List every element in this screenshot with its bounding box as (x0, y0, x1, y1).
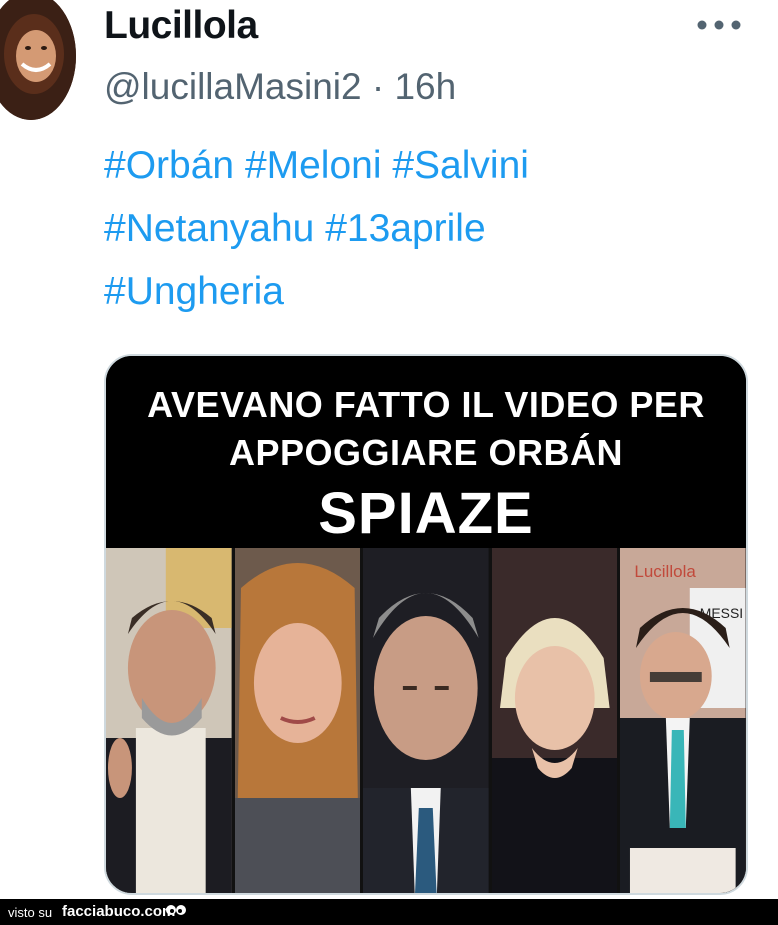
hashtag-line-3: #Ungheria (104, 260, 744, 323)
site-footer: visto su facciabuco.com (0, 899, 778, 925)
media-caption: AVEVANO FATTO IL VIDEO PER APPOGGIARE OR… (106, 356, 746, 548)
hashtag-link[interactable]: #13aprile (325, 207, 485, 250)
avatar[interactable] (0, 0, 76, 120)
display-name[interactable]: Lucillola (104, 4, 258, 48)
hashtag-link[interactable]: #Salvini (392, 144, 529, 187)
photo-panel-1 (106, 548, 232, 893)
more-horizontal-icon[interactable] (694, 8, 748, 42)
photo-panel-4 (491, 548, 618, 893)
timestamp[interactable]: 16h (394, 66, 456, 107)
handle-line: @lucillaMasini2 · 16h (104, 66, 456, 108)
tweet-text: #Orbán #Meloni #Salvini #Netanyahu #13ap… (104, 134, 744, 323)
caption-line-1: AVEVANO FATTO IL VIDEO PER (147, 384, 705, 425)
hashtag-link[interactable]: #Ungheria (104, 270, 284, 313)
caption-line-2: APPOGGIARE ORBÁN (228, 432, 624, 473)
media-image[interactable]: AVEVANO FATTO IL VIDEO PER APPOGGIARE OR… (104, 354, 748, 895)
caption-line-3: SPIAZE (318, 481, 534, 546)
separator-dot: · (371, 66, 385, 107)
site-logo-text[interactable]: facciabuco.com (62, 903, 175, 920)
watermark: Lucillola (634, 562, 696, 581)
hashtag-link[interactable]: #Netanyahu (104, 207, 314, 250)
hashtag-link[interactable]: #Meloni (245, 144, 382, 187)
eyes-logo-icon (164, 902, 188, 925)
photo-strip: MESSI Lucillola (106, 548, 746, 893)
visto-su-label: visto su (8, 905, 53, 920)
hashtag-line-1: #Orbán #Meloni #Salvini (104, 134, 744, 197)
hashtag-line-2: #Netanyahu #13aprile (104, 197, 744, 260)
photo-panel-5: MESSI Lucillola (620, 548, 746, 893)
photo-panel-3 (363, 548, 489, 893)
photo-panel-2 (234, 548, 361, 893)
user-handle[interactable]: @lucillaMasini2 (104, 66, 362, 107)
hashtag-link[interactable]: #Orbán (104, 144, 234, 187)
